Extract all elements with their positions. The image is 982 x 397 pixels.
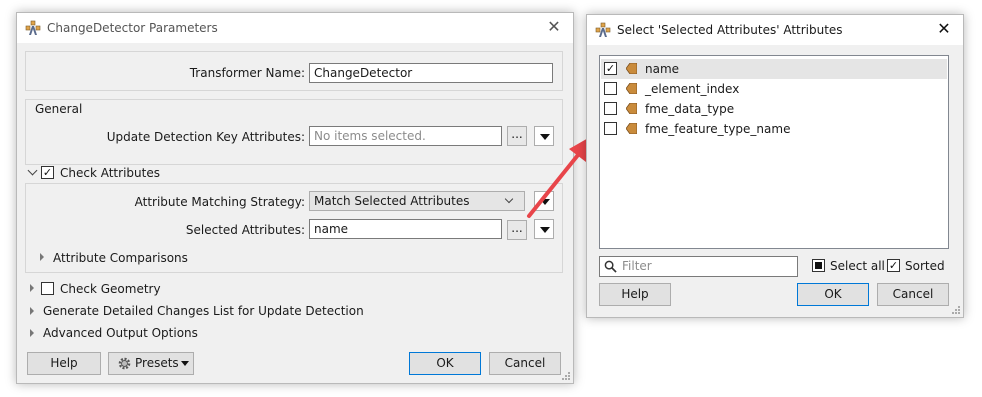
item-label: _element_index <box>645 82 740 96</box>
cancel-button[interactable]: Cancel <box>877 283 949 306</box>
list-item[interactable]: _element_index <box>601 79 947 99</box>
resize-grip-icon[interactable] <box>561 371 571 381</box>
ok-button[interactable]: OK <box>797 283 869 306</box>
collapse-chevron-icon[interactable] <box>27 165 38 176</box>
item-checkbox[interactable] <box>604 122 617 135</box>
advanced-output-label[interactable]: Advanced Output Options <box>43 325 198 341</box>
update-key-browse-button[interactable]: ... <box>507 126 527 146</box>
attribute-icon <box>626 103 637 114</box>
close-icon[interactable]: ✕ <box>545 18 563 36</box>
change-detector-dialog: ChangeDetector Parameters ✕ Transformer … <box>16 12 574 384</box>
item-label: name <box>645 62 680 76</box>
matching-strategy-select[interactable]: Match Selected Attributes <box>309 191 525 211</box>
right-titlebar: Select 'Selected Attributes' Attributes … <box>587 15 963 45</box>
help-button[interactable]: Help <box>599 283 671 306</box>
attribute-icon <box>626 123 637 134</box>
matching-strategy-label: Attribute Matching Strategy: <box>134 195 305 209</box>
expand-arrow-icon[interactable] <box>30 329 34 337</box>
expand-arrow-icon[interactable] <box>40 253 44 261</box>
resize-grip-icon[interactable] <box>951 305 961 315</box>
transformer-icon <box>595 22 611 37</box>
item-checkbox[interactable]: ✓ <box>604 62 617 75</box>
item-checkbox[interactable] <box>604 82 617 95</box>
selected-attributes-browse-button[interactable]: ... <box>507 220 527 240</box>
item-label: fme_data_type <box>645 102 735 116</box>
presets-button[interactable]: Presets <box>108 352 194 375</box>
update-key-dropdown-button[interactable] <box>534 126 554 146</box>
close-icon[interactable]: ✕ <box>935 20 953 38</box>
list-item[interactable]: fme_data_type <box>601 99 947 119</box>
chevron-down-icon <box>181 361 189 366</box>
transformer-name-input[interactable]: ChangeDetector <box>309 63 553 83</box>
cancel-button[interactable]: Cancel <box>489 352 561 375</box>
check-geometry-label: Check Geometry <box>60 282 161 296</box>
left-dialog-title: ChangeDetector Parameters <box>47 21 218 35</box>
partial-check-indicator <box>815 262 822 269</box>
transformer-icon <box>25 20 41 35</box>
filter-input[interactable]: Filter <box>599 256 798 277</box>
ok-button[interactable]: OK <box>409 352 481 375</box>
item-checkbox[interactable] <box>604 102 617 115</box>
expand-arrow-icon[interactable] <box>30 307 34 315</box>
right-dialog-title: Select 'Selected Attributes' Attributes <box>617 23 843 37</box>
general-section-label: General <box>35 102 83 116</box>
select-all-label: Select all <box>830 259 885 273</box>
check-attributes-label: Check Attributes <box>60 166 160 180</box>
matching-strategy-value: Match Selected Attributes <box>314 194 470 208</box>
select-attributes-dialog: Select 'Selected Attributes' Attributes … <box>586 14 964 318</box>
selected-attributes-dropdown-button[interactable] <box>534 219 554 239</box>
sorted-label: Sorted <box>905 259 945 273</box>
select-all-checkbox[interactable] <box>812 259 825 272</box>
attribute-comparisons-label[interactable]: Attribute Comparisons <box>53 250 188 266</box>
gear-icon <box>118 357 131 370</box>
matching-strategy-dropdown-button[interactable] <box>534 191 554 211</box>
update-key-label: Update Detection Key Attributes: <box>106 130 305 144</box>
list-item[interactable]: fme_feature_type_name <box>601 119 947 139</box>
detailed-changes-label[interactable]: Generate Detailed Changes List for Updat… <box>43 303 364 319</box>
sorted-checkbox[interactable]: ✓ <box>887 259 900 272</box>
check-geometry-checkbox[interactable] <box>41 282 54 295</box>
check-attributes-checkbox[interactable]: ✓ <box>41 166 54 179</box>
filter-placeholder: Filter <box>622 259 652 273</box>
attribute-icon <box>626 83 637 94</box>
chevron-down-icon <box>504 194 514 204</box>
item-label: fme_feature_type_name <box>645 122 791 136</box>
left-titlebar: ChangeDetector Parameters ✕ <box>17 13 573 43</box>
attribute-icon <box>626 63 637 74</box>
help-button[interactable]: Help <box>27 352 101 375</box>
update-key-placeholder: No items selected. <box>314 129 426 143</box>
update-key-input[interactable]: No items selected. <box>309 126 502 146</box>
transformer-name-label: Transformer Name: <box>189 66 305 80</box>
search-icon <box>604 260 617 273</box>
attribute-list: ✓ name _element_index fme_data_type fme_… <box>599 55 949 249</box>
expand-arrow-icon[interactable] <box>30 284 34 292</box>
presets-label: Presets <box>135 356 179 370</box>
selected-attributes-input[interactable]: name <box>309 219 502 239</box>
selected-attributes-label: Selected Attributes: <box>185 223 305 237</box>
list-item[interactable]: ✓ name <box>601 59 947 79</box>
